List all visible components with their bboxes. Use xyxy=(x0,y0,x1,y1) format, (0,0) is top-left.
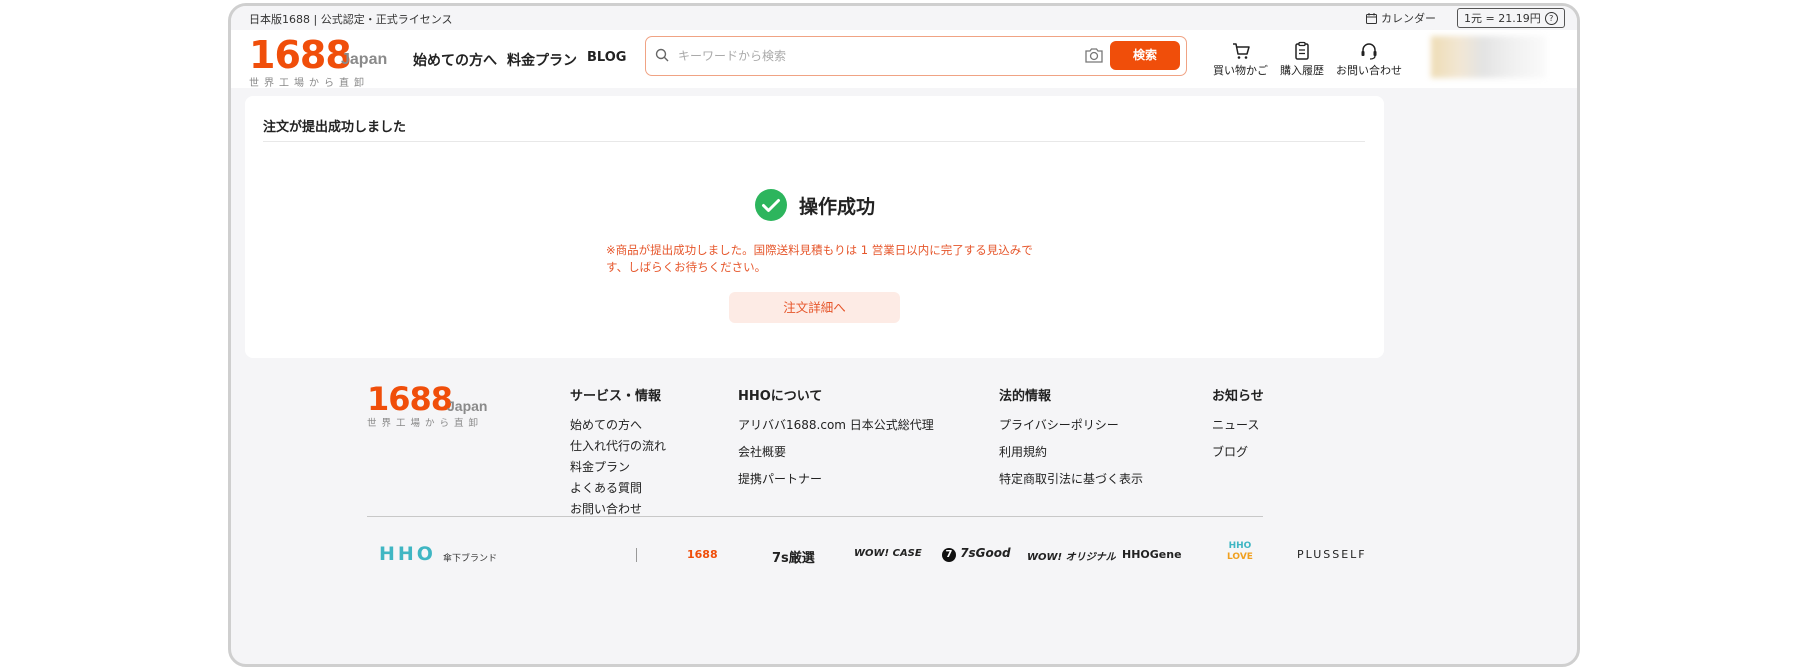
footer-logo-number: 1688 xyxy=(367,380,453,418)
top-strip: 日本版1688 | 公式認定・正式ライセンス カレンダー 1元 = 21.19円… xyxy=(231,6,1577,30)
brand-hhogene[interactable]: HHOGene xyxy=(1122,548,1182,561)
header: 1688 Japan 世界工場から直卸 始めての方へ 料金プラン BLOG 検索 xyxy=(231,30,1577,89)
brand-hho-love-bottom: LOVE xyxy=(1227,552,1253,562)
logo[interactable]: 1688 Japan 世界工場から直卸 xyxy=(249,36,399,89)
footer-logo-suffix: Japan xyxy=(447,398,488,414)
brand-7sgood[interactable]: 7 7sGood xyxy=(942,546,1011,562)
cart-icon xyxy=(1232,43,1250,59)
calendar-icon xyxy=(1366,12,1377,24)
success-title: 操作成功 xyxy=(799,195,876,218)
footer-heading: お知らせ xyxy=(1212,389,1264,404)
divider xyxy=(263,141,1365,142)
footer-divider xyxy=(367,516,1263,517)
order-success-card: 注文が提出成功しました 操作成功 ※商品が提出成功しました。国際送料見積もりは … xyxy=(245,96,1384,358)
cart-link[interactable]: 買い物かご xyxy=(1213,41,1268,78)
footer-legal: 法的情報 プライバシーポリシー 利用規約 特定商取引法に基づく表示 xyxy=(999,385,1143,497)
success-notice: ※商品が提出成功しました。国際送料見積もりは 1 営業日以内に完了する見込みです… xyxy=(606,243,1033,274)
search-icon xyxy=(655,48,669,62)
nav-pricing[interactable]: 料金プラン xyxy=(507,50,577,70)
brand-hho-love[interactable]: HHO LOVE xyxy=(1227,541,1253,563)
brand-umbrella-label: 傘下ブランド xyxy=(443,554,498,564)
footer-link[interactable]: 特定商取引法に基づく表示 xyxy=(999,470,1143,487)
footer-heading: HHOについて xyxy=(738,389,823,404)
exchange-rate-text: 1元 = 21.19円 xyxy=(1464,12,1541,25)
clipboard-icon xyxy=(1295,41,1309,60)
footer-link[interactable]: ニュース xyxy=(1212,416,1264,433)
card-title: 注文が提出成功しました xyxy=(263,120,407,135)
footer-services: サービス・情報 始めての方へ 仕入れ代行の流れ 料金プラン よくある質問 お問い… xyxy=(570,385,666,521)
order-detail-button[interactable]: 注文詳細へ xyxy=(729,292,900,323)
user-avatar[interactable] xyxy=(1431,36,1546,78)
brand-row: HHO 傘下ブランド 1688 7s厳選 WOW! CASE 7 7sGood … xyxy=(379,541,1365,572)
help-icon[interactable]: ? xyxy=(1544,11,1558,25)
logo-suffix: Japan xyxy=(341,51,388,68)
license-text: 日本版1688 | 公式認定・正式ライセンス xyxy=(249,13,453,26)
logo-tagline: 世界工場から直卸 xyxy=(249,78,369,89)
nav-blog[interactable]: BLOG xyxy=(587,50,626,70)
footer-link[interactable]: プライバシーポリシー xyxy=(999,416,1143,433)
footer-link[interactable]: 料金プラン xyxy=(570,458,666,475)
nav-beginners[interactable]: 始めての方へ xyxy=(413,50,497,70)
footer-link[interactable]: 利用規約 xyxy=(999,443,1143,460)
footer-news: お知らせ ニュース ブログ xyxy=(1212,385,1264,470)
brand-7sgood-label: 7sGood xyxy=(960,546,1011,560)
history-link[interactable]: 購入履歴 xyxy=(1280,41,1324,78)
contact-link[interactable]: お問い合わせ xyxy=(1336,41,1402,78)
footer-link[interactable]: 会社概要 xyxy=(738,443,934,460)
footer-link[interactable]: ブログ xyxy=(1212,443,1264,460)
search-input[interactable] xyxy=(676,46,1080,66)
history-label: 購入履歴 xyxy=(1280,64,1324,77)
footer-heading: サービス・情報 xyxy=(570,389,662,404)
calendar-link[interactable]: カレンダー xyxy=(1366,10,1436,26)
exchange-rate[interactable]: 1元 = 21.19円 ? xyxy=(1457,8,1565,28)
footer-logo-tagline: 世界工場から直卸 xyxy=(367,418,484,429)
calendar-label: カレンダー xyxy=(1381,12,1436,25)
brand-separator xyxy=(636,548,637,562)
footer-link[interactable]: 仕入れ代行の流れ xyxy=(570,437,666,454)
headset-icon xyxy=(1361,43,1377,60)
brand-7s[interactable]: 7s厳選 xyxy=(772,547,815,566)
footer-about: HHOについて アリババ1688.com 日本公式総代理 会社概要 提携パートナ… xyxy=(738,385,934,497)
footer-link[interactable]: お問い合わせ xyxy=(570,500,666,517)
footer-heading: 法的情報 xyxy=(999,389,1052,404)
search-bar: 検索 xyxy=(645,36,1187,76)
footer-logo[interactable]: 1688 Japan 世界工場から直卸 xyxy=(367,383,517,433)
seven-icon: 7 xyxy=(942,548,956,562)
brand-wowcase[interactable]: WOW! CASE xyxy=(854,548,922,559)
brand-hho[interactable]: HHO xyxy=(379,543,436,565)
camera-icon[interactable] xyxy=(1084,46,1104,64)
footer-link[interactable]: アリババ1688.com 日本公式総代理 xyxy=(738,416,934,433)
brand-wow-original[interactable]: WOW! オリジナル xyxy=(1027,548,1116,563)
footer-link[interactable]: 提携パートナー xyxy=(738,470,934,487)
footer-link[interactable]: よくある質問 xyxy=(570,479,666,496)
browser-frame: 日本版1688 | 公式認定・正式ライセンス カレンダー 1元 = 21.19円… xyxy=(228,3,1580,667)
cart-label: 買い物かご xyxy=(1213,64,1268,77)
contact-label: お問い合わせ xyxy=(1336,64,1402,77)
check-circle-icon xyxy=(755,189,787,221)
success-block: 操作成功 xyxy=(755,189,875,221)
footer-link[interactable]: 始めての方へ xyxy=(570,416,666,433)
search-button[interactable]: 検索 xyxy=(1110,41,1180,70)
brand-1688[interactable]: 1688 xyxy=(687,548,718,561)
brand-hho-love-top: HHO xyxy=(1228,541,1252,551)
brand-plusself[interactable]: PLUSSELF xyxy=(1297,548,1367,561)
header-actions: 買い物かご 購入履歴 お問い合わせ xyxy=(1213,41,1402,78)
main-nav: 始めての方へ 料金プラン BLOG xyxy=(413,50,626,70)
